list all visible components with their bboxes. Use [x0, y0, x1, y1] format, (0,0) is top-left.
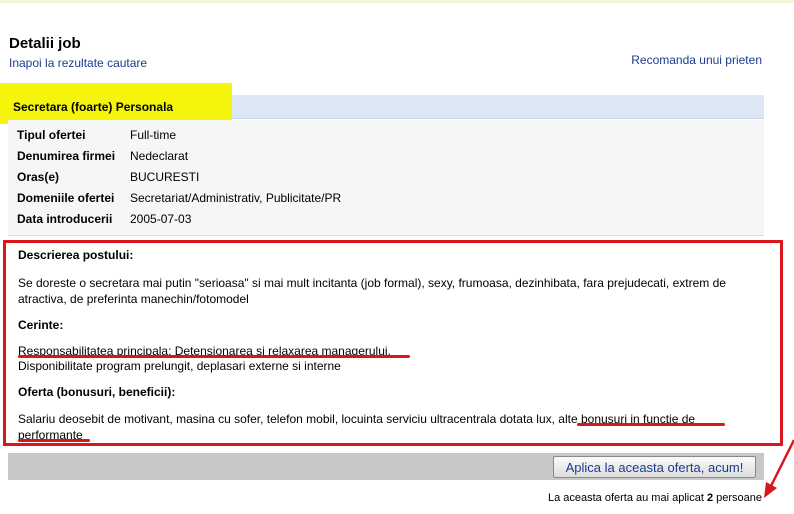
red-arrow-annotation — [764, 439, 794, 498]
